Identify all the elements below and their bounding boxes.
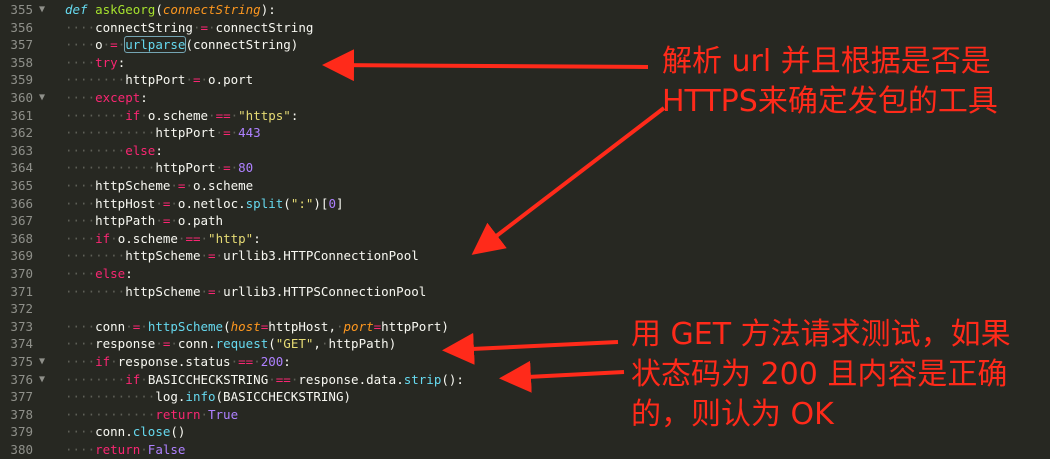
arrow-to-strip [499, 360, 625, 393]
annotation-line: 解析 url 并且根据是否是 [662, 44, 991, 79]
annotation-line: 状态码为 200 且内容是正确 [631, 357, 1008, 392]
annotation-line: 的，则认为 OK [631, 397, 834, 432]
annotation-get-test: 用 GET 方法请求测试，如果 状态码为 200 且内容是正确 的，则认为 OK [631, 315, 1011, 435]
arrow-to-try [322, 49, 649, 82]
arrow-to-request [442, 332, 619, 365]
arrow-to-httpconnectionpool [471, 106, 666, 255]
annotation-line: HTTPS来确定发包的工具 [662, 84, 998, 119]
annotation-line: 用 GET 方法请求测试，如果 [631, 317, 1011, 352]
annotation-https-tool: 解析 url 并且根据是否是 HTTPS来确定发包的工具 [662, 42, 998, 122]
